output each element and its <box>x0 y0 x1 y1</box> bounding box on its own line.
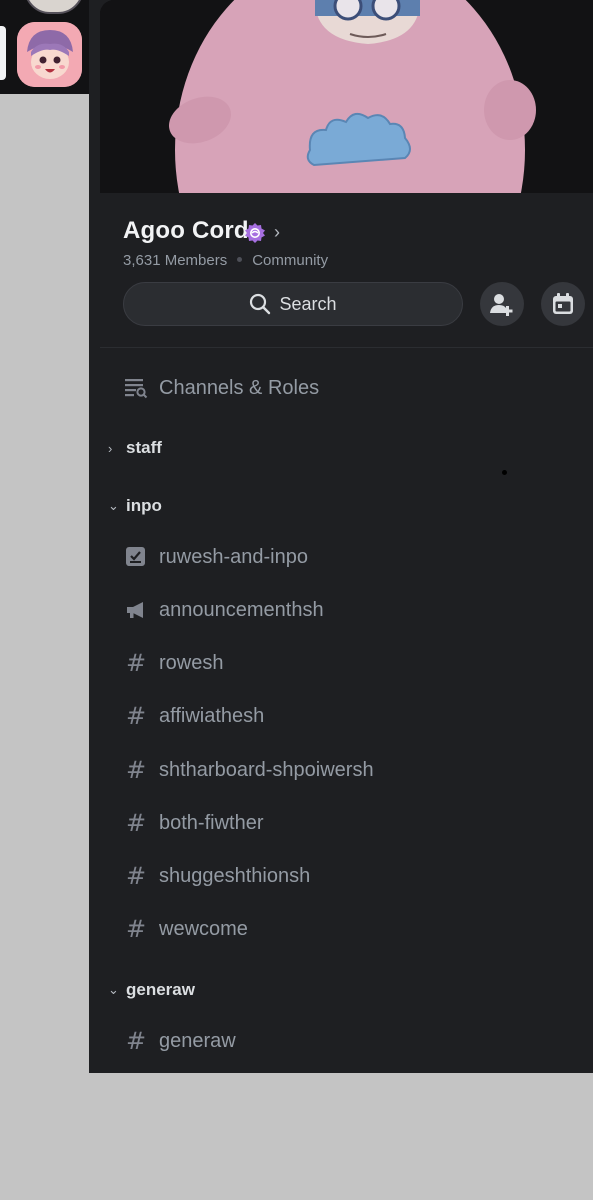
category-label: staff <box>126 438 162 457</box>
channel-shuggeshthionsh[interactable]: # shuggeshthionsh <box>123 861 310 891</box>
channel-name: shuggeshthionsh <box>159 864 311 887</box>
channel-name: announcementhsh <box>159 598 324 621</box>
channel-name: rowesh <box>159 651 224 674</box>
member-count: 3,631 Members <box>123 252 228 269</box>
channels-roles-item[interactable]: Channels & Roles <box>123 373 319 403</box>
channel-rowesh[interactable]: # rowesh <box>123 648 224 678</box>
channel-both-fiwther[interactable]: # both-fiwther <box>123 808 264 838</box>
channel-ruwesh-and-inpo[interactable]: ruwesh-and-inpo <box>123 542 308 572</box>
separator-dot <box>237 257 243 263</box>
hash-icon: # <box>125 1027 147 1055</box>
category-label: inpo <box>126 496 162 515</box>
server-name[interactable]: Agoo Cord <box>123 217 249 245</box>
category-inpo[interactable]: ⌄ inpo <box>108 494 162 518</box>
add-user-icon <box>490 294 513 316</box>
hash-icon: # <box>125 809 147 837</box>
hash-icon: # <box>125 862 147 890</box>
search-icon <box>250 293 271 315</box>
channels-list-icon <box>123 377 149 399</box>
server-banner <box>100 0 593 193</box>
rules-icon <box>123 546 149 568</box>
channel-name: affiwiathesh <box>159 704 265 727</box>
channel-shtharboard-shpoiwersh[interactable]: # shtharboard-shpoiwersh <box>123 755 374 785</box>
server-meta: 3,631 Members Community <box>123 252 328 269</box>
server-rail <box>0 0 90 94</box>
category-staff[interactable]: › staff <box>108 436 162 460</box>
hash-icon: # <box>125 915 147 943</box>
server-icon-partial[interactable] <box>24 0 84 14</box>
hash-icon: # <box>125 649 147 677</box>
screen-speck <box>502 470 507 475</box>
search-button[interactable]: Search <box>123 282 463 326</box>
chevron-right-icon: › <box>108 440 113 456</box>
selected-server-indicator <box>0 26 6 80</box>
search-label: Search <box>279 293 337 314</box>
channel-name: both-fiwther <box>159 811 264 834</box>
category-generaw[interactable]: ⌄ generaw <box>108 978 195 1002</box>
calendar-icon <box>553 293 573 314</box>
server-type: Community <box>252 252 329 269</box>
server-panel: Agoo Cord › 3,631 Members Community Searc… <box>89 0 593 1073</box>
invite-button[interactable] <box>480 282 524 326</box>
chevron-right-icon[interactable]: › <box>274 222 280 243</box>
chevron-down-icon: ⌄ <box>108 982 119 997</box>
events-button[interactable] <box>541 282 585 326</box>
channel-name: shtharboard-shpoiwersh <box>159 758 374 781</box>
hash-icon: # <box>125 702 147 730</box>
channel-affiwiathesh[interactable]: # affiwiathesh <box>123 701 264 731</box>
megaphone-icon <box>123 599 149 621</box>
server-icon-agoo-cord[interactable] <box>17 22 82 87</box>
hash-icon: # <box>125 756 147 784</box>
category-label: generaw <box>126 980 195 999</box>
channel-wewcome[interactable]: # wewcome <box>123 914 248 944</box>
channel-name: ruwesh-and-inpo <box>159 545 308 568</box>
channel-name: generaw <box>159 1029 236 1052</box>
chevron-down-icon: ⌄ <box>108 498 119 513</box>
channel-announcementhsh[interactable]: announcementhsh <box>123 595 324 625</box>
channel-generaw[interactable]: # generaw <box>123 1026 236 1056</box>
header-divider <box>100 347 593 348</box>
channels-roles-label: Channels & Roles <box>159 376 320 399</box>
channel-name: wewcome <box>159 917 248 940</box>
community-badge-icon <box>244 222 266 249</box>
